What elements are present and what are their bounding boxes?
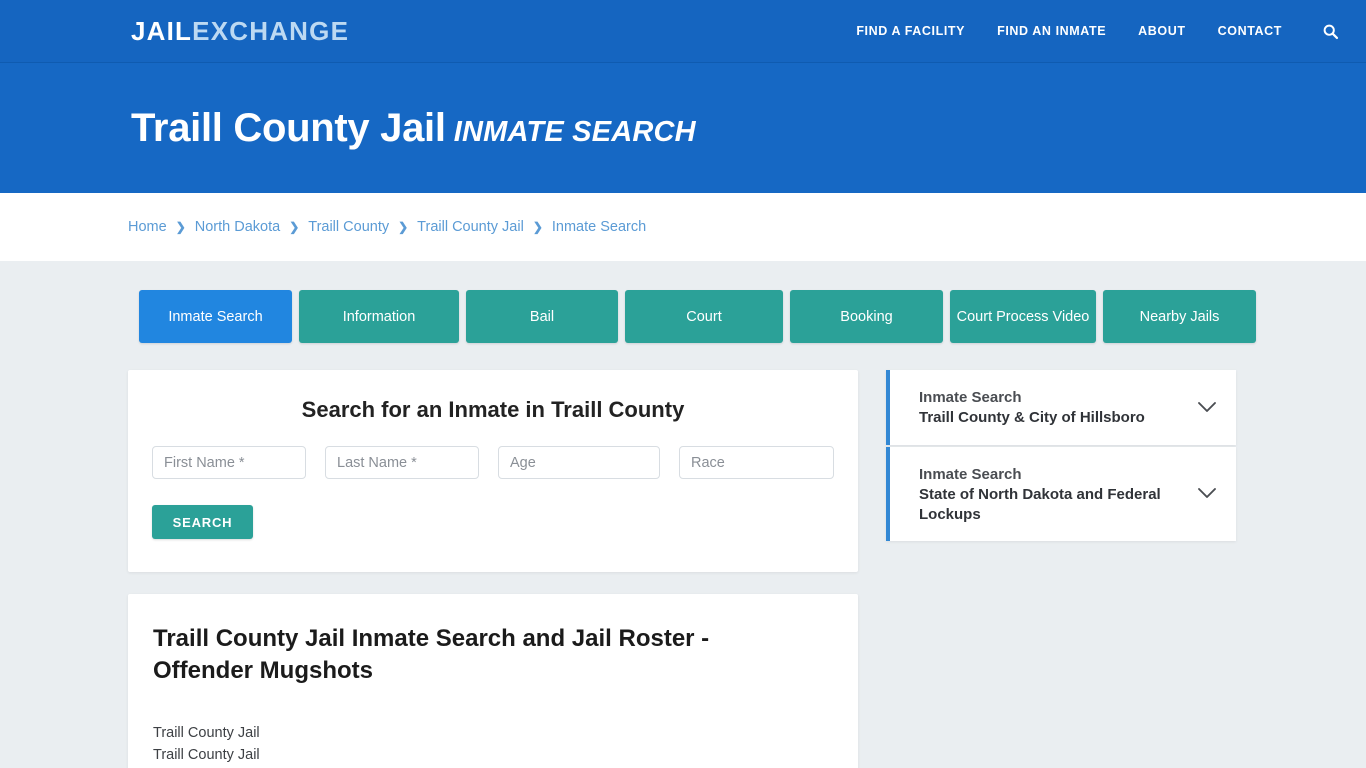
sidebar-column: Inmate Search Traill County & City of Hi…	[886, 370, 1236, 542]
breadcrumb-separator-icon: ❯	[398, 220, 409, 234]
breadcrumb-item-home[interactable]: Home	[128, 219, 167, 235]
site-header: JAILEXCHANGE FIND A FACILITY FIND AN INM…	[0, 0, 1366, 63]
tab-court-process-video[interactable]: Court Process Video	[950, 290, 1096, 343]
nav-item-about[interactable]: ABOUT	[1138, 24, 1185, 38]
article-line-2: Traill County Jail	[153, 747, 260, 764]
tab-bail[interactable]: Bail	[466, 290, 618, 343]
breadcrumb: Home ❯ North Dakota ❯ Traill County ❯ Tr…	[128, 219, 646, 235]
accordion-item-state-federal[interactable]: Inmate Search State of North Dakota and …	[886, 446, 1236, 542]
breadcrumb-bar: Home ❯ North Dakota ❯ Traill County ❯ Tr…	[0, 193, 1366, 261]
page-hero: Traill County Jail INMATE SEARCH	[0, 63, 1366, 193]
age-input[interactable]	[498, 446, 660, 479]
content-columns: Search for an Inmate in Traill County Ra…	[0, 370, 1366, 768]
tab-court[interactable]: Court	[625, 290, 783, 343]
accordion-item-county-hillsboro[interactable]: Inmate Search Traill County & City of Hi…	[886, 370, 1236, 445]
chevron-down-icon[interactable]	[1196, 396, 1218, 418]
last-name-input[interactable]	[325, 446, 479, 479]
logo-text-exchange: EXCHANGE	[192, 16, 350, 46]
breadcrumb-separator-icon: ❯	[289, 220, 300, 234]
page-title: Traill County Jail INMATE SEARCH	[131, 108, 696, 148]
site-logo[interactable]: JAILEXCHANGE	[131, 18, 349, 44]
first-name-input[interactable]	[152, 446, 306, 479]
accordion-item-kicker: Inmate Search	[919, 465, 1022, 483]
accordion-item-text: Inmate Search Traill County & City of Hi…	[919, 387, 1184, 428]
breadcrumb-item-north-dakota[interactable]: North Dakota	[195, 219, 280, 235]
breadcrumb-separator-icon: ❯	[175, 220, 186, 234]
search-icon[interactable]	[1320, 21, 1340, 41]
search-form-fields: Race	[152, 446, 834, 479]
section-tabs: Inmate Search Information Bail Court Boo…	[0, 290, 1366, 343]
breadcrumb-separator-icon: ❯	[532, 220, 543, 234]
accordion-item-title: Traill County & City of Hillsboro	[919, 409, 1145, 427]
page-title-main: Traill County Jail	[131, 106, 446, 150]
search-form-heading: Search for an Inmate in Traill County	[301, 397, 685, 422]
tab-inmate-search[interactable]: Inmate Search	[139, 290, 292, 343]
article-title: Traill County Jail Inmate Search and Jai…	[153, 625, 710, 685]
accordion-item-text: Inmate Search State of North Dakota and …	[919, 464, 1184, 524]
chevron-down-icon[interactable]	[1196, 483, 1218, 505]
tab-information[interactable]: Information	[299, 290, 459, 343]
page-title-sub: INMATE SEARCH	[453, 116, 696, 148]
article-line-1: Traill County Jail	[153, 724, 260, 741]
nav-item-find-a-facility[interactable]: FIND A FACILITY	[856, 24, 965, 38]
breadcrumb-item-traill-county-jail[interactable]: Traill County Jail	[417, 219, 524, 235]
tab-nearby-jails[interactable]: Nearby Jails	[1103, 290, 1256, 343]
race-select[interactable]: Race	[679, 446, 834, 479]
breadcrumb-item-inmate-search: Inmate Search	[551, 219, 647, 235]
tab-booking[interactable]: Booking	[790, 290, 943, 343]
inmate-search-card: Search for an Inmate in Traill County Ra…	[128, 370, 858, 572]
primary-nav: FIND A FACILITY FIND AN INMATE ABOUT CON…	[856, 21, 1340, 41]
logo-text-jail: JAIL	[131, 16, 193, 46]
main-column: Search for an Inmate in Traill County Ra…	[128, 370, 858, 768]
page-body: Inmate Search Information Bail Court Boo…	[0, 261, 1366, 768]
search-button[interactable]: SEARCH	[152, 505, 253, 539]
article-card: Traill County Jail Inmate Search and Jai…	[128, 594, 858, 768]
nav-item-find-an-inmate[interactable]: FIND AN INMATE	[997, 24, 1106, 38]
accordion-item-title: State of North Dakota and Federal Lockup…	[919, 486, 1161, 523]
accordion-item-kicker: Inmate Search	[919, 389, 1022, 406]
nav-item-contact[interactable]: CONTACT	[1218, 24, 1282, 38]
breadcrumb-item-traill-county[interactable]: Traill County	[308, 219, 389, 235]
